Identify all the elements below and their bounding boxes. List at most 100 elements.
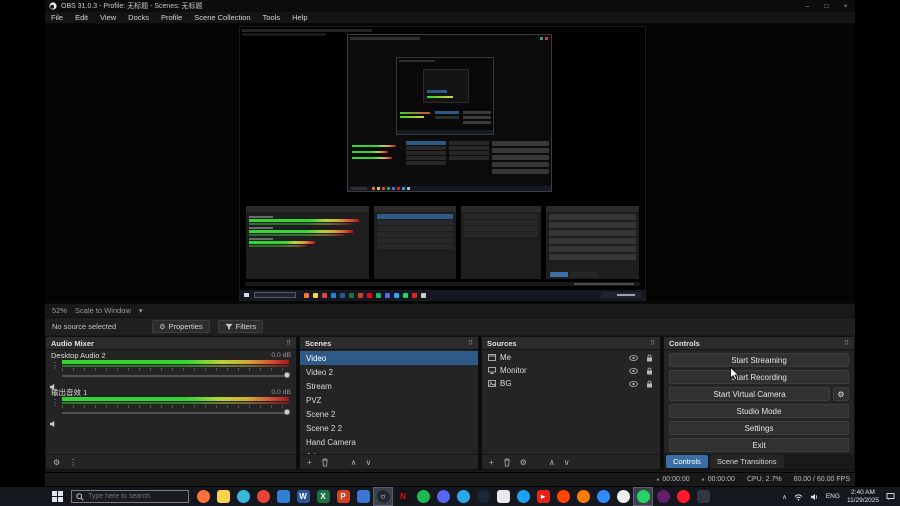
- menu-view[interactable]: View: [94, 12, 122, 23]
- scene-item[interactable]: Scene 2 2: [300, 421, 478, 435]
- filters-button[interactable]: Filters: [217, 320, 264, 333]
- taskbar-app-vlc-icon[interactable]: [573, 487, 593, 506]
- taskbar-app-obs-icon[interactable]: ○: [373, 487, 393, 506]
- dock-handle-icon[interactable]: ⠿: [844, 339, 849, 347]
- dock-handle-icon[interactable]: ⠿: [650, 339, 655, 347]
- taskbar-app-steam-icon[interactable]: [473, 487, 493, 506]
- maximize-button[interactable]: □: [817, 0, 836, 12]
- add-scene-icon[interactable]: +: [307, 458, 312, 467]
- taskbar-app-slack-icon[interactable]: [653, 487, 673, 506]
- menu-edit[interactable]: Edit: [69, 12, 94, 23]
- channel-menu-icon[interactable]: ⋮: [51, 399, 59, 407]
- minimize-button[interactable]: –: [798, 0, 817, 12]
- visibility-eye-icon[interactable]: [629, 367, 638, 374]
- start-streaming-button[interactable]: Start Streaming: [669, 353, 849, 367]
- taskbar-app-discord-icon[interactable]: [433, 487, 453, 506]
- speaker-icon[interactable]: [49, 415, 58, 433]
- remove-source-icon[interactable]: [503, 458, 511, 467]
- menu-tools[interactable]: Tools: [257, 12, 287, 23]
- scene-item[interactable]: PVZ: [300, 393, 478, 407]
- volume-icon[interactable]: [810, 493, 819, 501]
- taskbar-app-powerpoint-icon[interactable]: P: [333, 487, 353, 506]
- channel-menu-icon[interactable]: ⋮: [51, 362, 59, 370]
- move-scene-up-icon[interactable]: ∧: [351, 458, 357, 467]
- taskbar-app-telegram-icon[interactable]: [453, 487, 473, 506]
- taskbar-search[interactable]: [71, 490, 189, 503]
- taskbar-app-spotify-icon[interactable]: [413, 487, 433, 506]
- source-item[interactable]: Monitor: [482, 364, 660, 377]
- start-recording-button[interactable]: Start Recording: [669, 370, 849, 384]
- taskbar-app-epic-icon[interactable]: [693, 487, 713, 506]
- menu-docks[interactable]: Docks: [122, 12, 155, 23]
- properties-button[interactable]: ⚙ Properties: [152, 320, 210, 333]
- clock[interactable]: 2:40 AM 11/29/2025: [847, 489, 879, 505]
- taskbar-app-youtube-icon[interactable]: ▸: [533, 487, 553, 506]
- taskbar-app-vscode-icon[interactable]: [273, 487, 293, 506]
- taskbar-app-twitter-icon[interactable]: [513, 487, 533, 506]
- taskbar-app-notepad-icon[interactable]: [493, 487, 513, 506]
- volume-slider-handle[interactable]: [284, 372, 290, 378]
- taskbar-app-firefox-icon[interactable]: [193, 487, 213, 506]
- taskbar-app-photos-icon[interactable]: [353, 487, 373, 506]
- taskbar-app-chrome-icon[interactable]: [253, 487, 273, 506]
- source-item[interactable]: Me: [482, 351, 660, 364]
- tray-chevron-icon[interactable]: ∧: [782, 493, 787, 501]
- volume-meter: [62, 397, 289, 401]
- scene-item[interactable]: Video 2: [300, 365, 478, 379]
- move-scene-down-icon[interactable]: ∨: [366, 458, 372, 467]
- add-source-icon[interactable]: +: [489, 458, 494, 467]
- lock-icon[interactable]: [645, 367, 654, 375]
- language-indicator[interactable]: ENG: [826, 493, 840, 500]
- scene-item[interactable]: Video: [300, 351, 478, 365]
- taskbar-app-excel-icon[interactable]: X: [313, 487, 333, 506]
- action-center-icon[interactable]: [886, 492, 895, 501]
- preview-display-capture[interactable]: [239, 26, 646, 301]
- virtual-camera-settings-button[interactable]: ⚙: [833, 387, 849, 401]
- search-input[interactable]: [88, 493, 184, 500]
- taskbar-app-opera-icon[interactable]: [673, 487, 693, 506]
- remove-scene-icon[interactable]: [321, 458, 329, 467]
- taskbar-app-zoom-icon[interactable]: [593, 487, 613, 506]
- scene-item[interactable]: Stream: [300, 379, 478, 393]
- wifi-icon[interactable]: [794, 493, 803, 501]
- lock-icon[interactable]: [645, 354, 654, 362]
- taskbar-app-reddit-icon[interactable]: [553, 487, 573, 506]
- menu-scene-collection[interactable]: Scene Collection: [188, 12, 256, 23]
- scene-item[interactable]: Hand Camera: [300, 435, 478, 449]
- dock-handle-icon[interactable]: ⠿: [468, 339, 473, 347]
- taskbar-app-whatsapp-icon[interactable]: [633, 487, 653, 506]
- visibility-eye-icon[interactable]: [629, 354, 638, 361]
- close-button[interactable]: ×: [836, 0, 855, 12]
- taskbar-app-github-icon[interactable]: [613, 487, 633, 506]
- scale-mode-select[interactable]: Scale to Window: [75, 306, 131, 315]
- tray-time: 2:40 AM: [851, 488, 875, 496]
- lock-icon[interactable]: [645, 380, 654, 388]
- taskbar-app-word-icon[interactable]: W: [293, 487, 313, 506]
- menu-file[interactable]: File: [45, 12, 69, 23]
- volume-slider[interactable]: [62, 409, 290, 417]
- scene-item[interactable]: Scene 2: [300, 407, 478, 421]
- source-properties-icon[interactable]: ⚙: [520, 458, 527, 467]
- start-button[interactable]: [46, 487, 68, 506]
- start-virtual-camera-button[interactable]: Start Virtual Camera: [669, 387, 830, 401]
- tab-controls[interactable]: Controls: [666, 455, 708, 468]
- dock-handle-icon[interactable]: ⠿: [286, 339, 291, 347]
- volume-slider[interactable]: [62, 372, 290, 380]
- taskbar-app-netflix-icon[interactable]: N: [393, 487, 413, 506]
- move-source-up-icon[interactable]: ∧: [549, 458, 555, 467]
- volume-slider-handle[interactable]: [284, 409, 290, 415]
- exit-button[interactable]: Exit: [669, 438, 849, 452]
- mixer-settings-icon[interactable]: ⚙: [53, 458, 60, 467]
- tab-scene-transitions[interactable]: Scene Transitions: [709, 455, 784, 468]
- chevron-down-icon[interactable]: ▾: [139, 306, 143, 315]
- settings-button[interactable]: Settings: [669, 421, 849, 435]
- move-source-down-icon[interactable]: ∨: [564, 458, 570, 467]
- source-item[interactable]: BG: [482, 377, 660, 390]
- taskbar-app-file-explorer-icon[interactable]: [213, 487, 233, 506]
- menu-help[interactable]: Help: [286, 12, 313, 23]
- menu-profile[interactable]: Profile: [155, 12, 188, 23]
- visibility-eye-icon[interactable]: [629, 380, 638, 387]
- taskbar-app-edge-icon[interactable]: [233, 487, 253, 506]
- studio-mode-button[interactable]: Studio Mode: [669, 404, 849, 418]
- mixer-menu-icon[interactable]: ⋮: [69, 458, 77, 467]
